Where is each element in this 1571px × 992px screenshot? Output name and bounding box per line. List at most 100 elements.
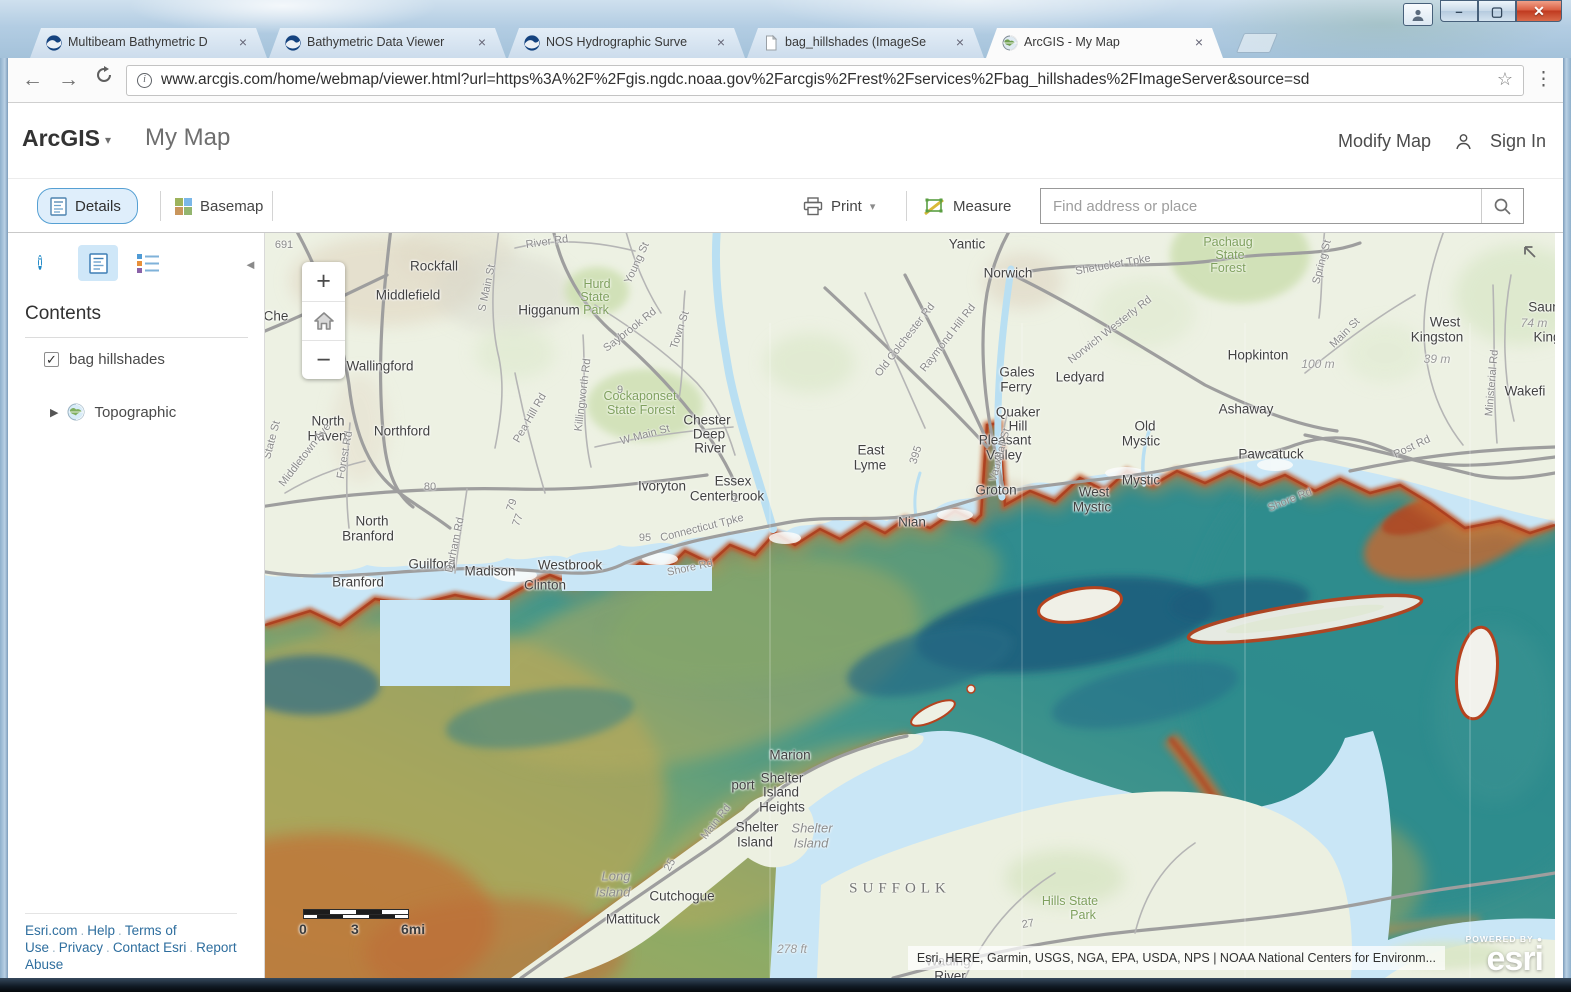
layer-label[interactable]: bag hillshades — [69, 351, 165, 368]
browser-tab-2[interactable]: Bathymetric Data Viewer× — [269, 28, 506, 58]
footer-links: Esri.com.Help.Terms of Use.Privacy.Conta… — [25, 913, 237, 973]
close-icon: ✕ — [1533, 4, 1545, 18]
window-border-left — [0, 58, 8, 978]
browser-tab-1[interactable]: Multibeam Bathymetric D× — [30, 28, 267, 58]
tab-title: bag_hillshades (ImageSe — [785, 35, 950, 49]
details-button[interactable]: Details — [37, 188, 138, 224]
basemap-label: Basemap — [200, 198, 263, 215]
toggle-fullscreen-arrow-icon[interactable] — [1519, 241, 1539, 266]
legend-icon — [136, 252, 160, 275]
toolbar-divider — [906, 191, 907, 221]
tab-close-icon[interactable]: × — [713, 34, 729, 50]
toolbar-divider — [272, 191, 273, 221]
zoom-out-button[interactable]: − — [302, 340, 345, 379]
content-icon — [89, 253, 108, 274]
app-header: ArcGIS ▾ My Map Modify Map Sign In — [8, 103, 1563, 179]
bookmark-star-icon[interactable]: ☆ — [1497, 69, 1513, 90]
details-label: Details — [75, 198, 121, 215]
person-icon — [1454, 132, 1473, 151]
tab-title: Multibeam Bathymetric D — [68, 35, 233, 49]
search-submit-button[interactable] — [1481, 189, 1523, 223]
home-button[interactable] — [302, 301, 345, 340]
window-border-right — [1563, 58, 1571, 978]
layer-checkbox[interactable]: ✓ — [44, 352, 59, 367]
signin-person-icon[interactable] — [1454, 132, 1473, 156]
footer-link-help[interactable]: Help — [87, 923, 115, 938]
map-toolbar: Details Basemap Print ▾ — [8, 179, 1563, 233]
basemap-button[interactable]: Basemap — [175, 188, 263, 224]
tab-title: ArcGIS - My Map — [1024, 35, 1189, 49]
search-box — [1040, 188, 1524, 224]
browser-toolbar: ← → i www.arcgis.com/home/webmap/viewer.… — [8, 58, 1563, 103]
tab-close-icon[interactable]: × — [474, 34, 490, 50]
page-title: My Map — [145, 124, 230, 152]
footer-link-separator: . — [52, 940, 56, 955]
footer-link-separator: . — [81, 923, 85, 938]
footer-link-separator: . — [189, 940, 193, 955]
browser-tab-3[interactable]: NOS Hydrographic Surve× — [508, 28, 745, 58]
window-border-bottom — [0, 978, 1571, 992]
contents-panel: i ◄ Contents ✓ bag hillshades — [8, 233, 265, 978]
print-button[interactable]: Print ▾ — [803, 188, 875, 224]
layer-item-topographic[interactable]: ▶ Topographic — [50, 403, 176, 421]
basemap-bathymetry-graphic — [265, 233, 1555, 978]
measure-icon — [923, 196, 945, 216]
collapse-panel-arrow[interactable]: ◄ — [244, 257, 257, 272]
browser-tab-5[interactable]: ArcGIS - My Map× — [986, 28, 1223, 58]
print-icon — [803, 197, 823, 216]
globe-icon — [67, 403, 85, 421]
info-icon: i — [38, 255, 42, 270]
browser-tab-4[interactable]: bag_hillshades (ImageSe× — [747, 28, 984, 58]
print-chevron-icon: ▾ — [870, 200, 876, 213]
about-tab[interactable]: i — [38, 252, 42, 274]
reload-button[interactable] — [94, 64, 114, 94]
maximize-button[interactable]: ▢ — [1478, 0, 1516, 22]
toolbar-divider — [160, 191, 161, 221]
noaa-favicon-icon — [524, 35, 540, 51]
map-canvas[interactable]: RockfallMiddlefieldCheHigganumWallingfor… — [265, 233, 1555, 978]
maximize-icon: ▢ — [1491, 5, 1503, 18]
home-icon — [313, 311, 335, 331]
measure-label: Measure — [953, 198, 1011, 215]
search-input[interactable] — [1041, 189, 1481, 223]
footer-link-separator: . — [106, 940, 110, 955]
contents-title: Contents — [25, 303, 101, 325]
browser-window: Multibeam Bathymetric D×Bathymetric Data… — [0, 0, 1571, 992]
address-bar[interactable]: i www.arcgis.com/home/webmap/viewer.html… — [126, 65, 1524, 96]
content-tab[interactable] — [78, 245, 118, 281]
tab-close-icon[interactable]: × — [1191, 34, 1207, 50]
layer-label[interactable]: Topographic — [94, 404, 176, 421]
search-icon — [1493, 197, 1512, 216]
footer-link-esri-com[interactable]: Esri.com — [25, 923, 78, 938]
sign-in-link[interactable]: Sign In — [1490, 131, 1546, 152]
page-info-icon[interactable]: i — [137, 73, 152, 88]
noaa-favicon-icon — [46, 35, 62, 51]
browser-menu-icon[interactable]: ⋮ — [1534, 66, 1553, 94]
map-attribution: Esri, HERE, Garmin, USGS, NGA, EPA, USDA… — [908, 946, 1445, 970]
footer-link-contact-esri[interactable]: Contact Esri — [113, 940, 187, 955]
forward-button[interactable]: → — [58, 65, 79, 95]
document-favicon-icon — [763, 35, 779, 51]
zoom-control: + − — [302, 262, 345, 379]
tab-title: NOS Hydrographic Surve — [546, 35, 711, 49]
expand-arrow-icon[interactable]: ▶ — [50, 406, 58, 419]
layer-item-bag-hillshades[interactable]: ✓ bag hillshades — [44, 351, 165, 368]
modify-map-link[interactable]: Modify Map — [1338, 131, 1431, 152]
tab-close-icon[interactable]: × — [952, 34, 968, 50]
zoom-in-button[interactable]: + — [302, 262, 345, 301]
measure-button[interactable]: Measure — [923, 188, 1011, 224]
globe-favicon-icon — [1002, 35, 1018, 51]
arcgis-brand[interactable]: ArcGIS — [22, 125, 100, 152]
tab-close-icon[interactable]: × — [235, 34, 251, 50]
profile-button[interactable] — [1403, 3, 1433, 26]
brand-chevron-icon[interactable]: ▾ — [105, 133, 111, 147]
close-button[interactable]: ✕ — [1516, 0, 1562, 22]
noaa-favicon-icon — [285, 35, 301, 51]
url-text[interactable]: www.arcgis.com/home/webmap/viewer.html?u… — [161, 71, 1483, 89]
back-button[interactable]: ← — [22, 65, 43, 95]
minimize-button[interactable]: – — [1440, 0, 1478, 22]
footer-link-privacy[interactable]: Privacy — [59, 940, 103, 955]
legend-tab[interactable] — [136, 252, 160, 280]
basemap-grid-icon — [175, 198, 192, 215]
footer-link-separator: . — [118, 923, 122, 938]
